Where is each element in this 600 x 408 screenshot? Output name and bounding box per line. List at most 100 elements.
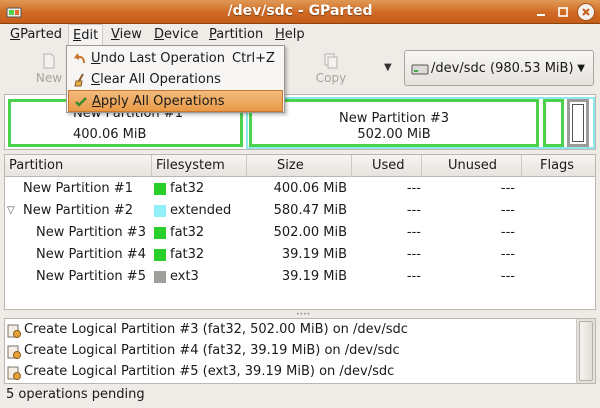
operation-text: Create Logical Partition #4 (fat32, 39.1… xyxy=(24,343,400,358)
col-size[interactable]: Size xyxy=(247,155,352,177)
apply-mnemonic: A xyxy=(92,94,101,109)
copy-button[interactable]: Copy xyxy=(310,48,352,90)
menu-item-clear-all-operations[interactable]: Clear All Operations xyxy=(68,69,283,91)
operations-scrollbar[interactable] xyxy=(576,319,595,383)
menu-gparted-label: Parted xyxy=(20,27,62,42)
filesystem-color-swatch xyxy=(154,271,166,283)
cell-partition: New Partition #2 xyxy=(23,203,133,218)
menu-help[interactable]: Help xyxy=(271,24,309,46)
operation-text: Create Logical Partition #5 (ext3, 39.19… xyxy=(24,364,395,379)
toolbar-overflow-arrow-icon[interactable]: ▼ xyxy=(384,62,392,73)
menu-gparted-mnemonic: G xyxy=(10,27,21,42)
menu-view-mnemonic: V xyxy=(111,27,120,42)
cell-partition: New Partition #5 xyxy=(36,269,146,284)
menubar: GParted Edit View Device Partition Help xyxy=(0,24,600,46)
device-selector-value: /dev/sdc (980.53 MiB) xyxy=(431,61,574,76)
pane-splitter-handle[interactable]: •••• xyxy=(296,311,310,318)
table-row[interactable]: New Partition #5 ext3 39.19 MiB --- --- xyxy=(5,266,595,288)
clear-label-text: lear All Operations xyxy=(100,72,221,87)
table-row[interactable]: New Partition #3 fat32 502.00 MiB --- --- xyxy=(5,222,595,244)
cell-size: 502.00 MiB xyxy=(273,225,347,240)
cell-size: 39.19 MiB xyxy=(281,269,347,284)
title-bar[interactable]: /dev/sdc - GParted xyxy=(0,0,600,24)
menu-device[interactable]: Device xyxy=(150,24,202,46)
pending-operation-icon xyxy=(7,345,21,359)
menu-item-undo-last-operation[interactable]: Undo Last Operation Ctrl+Z xyxy=(68,48,283,70)
cell-used: --- xyxy=(406,203,421,218)
filesystem-color-swatch xyxy=(154,227,166,239)
menu-partition[interactable]: Partition xyxy=(205,24,267,46)
table-row[interactable]: New Partition #1 fat32 400.06 MiB --- --- xyxy=(5,178,595,200)
partition-table: Partition Filesystem Size Used Unused Fl… xyxy=(4,154,596,310)
disk-map-partition-4[interactable] xyxy=(543,99,564,147)
cell-filesystem: ext3 xyxy=(170,269,199,284)
close-button[interactable] xyxy=(577,3,595,21)
new-button-label: New xyxy=(35,71,63,85)
apply-label-text: pply All Operations xyxy=(100,94,225,109)
table-header: Partition Filesystem Size Used Unused Fl… xyxy=(5,155,595,177)
undo-shortcut: Ctrl+Z xyxy=(232,51,275,66)
cell-used: --- xyxy=(406,269,421,284)
cell-filesystem: fat32 xyxy=(170,225,205,240)
col-partition[interactable]: Partition xyxy=(5,155,152,177)
apply-check-icon xyxy=(75,97,87,107)
filesystem-color-swatch xyxy=(154,205,166,217)
filesystem-color-swatch xyxy=(154,249,166,261)
maximize-button[interactable] xyxy=(554,3,572,21)
edit-menu-popup: Undo Last Operation Ctrl+Z Clear All Ope… xyxy=(66,45,285,113)
minimize-icon xyxy=(537,14,545,16)
menu-device-label: evice xyxy=(164,27,199,42)
window-title: /dev/sdc - GParted xyxy=(227,3,373,19)
maximize-icon xyxy=(558,7,568,17)
harddisk-icon xyxy=(411,64,429,75)
apply-label: Apply All Operations xyxy=(92,91,225,113)
disk-map-partition-3[interactable]: New Partition #3 502.00 MiB xyxy=(249,99,539,147)
disk-map-p5-inner xyxy=(572,104,584,142)
disk-map-p3-size: 502.00 MiB xyxy=(357,127,431,142)
copy-button-label: Copy xyxy=(315,71,347,85)
chevron-down-icon: ▼ xyxy=(577,63,585,74)
table-row[interactable]: ▽ New Partition #2 extended 580.47 MiB --- --… xyxy=(5,200,595,222)
device-selector[interactable]: /dev/sdc (980.53 MiB) ▼ xyxy=(404,50,594,86)
undo-mnemonic: U xyxy=(91,51,101,66)
cell-unused: --- xyxy=(500,203,515,218)
cell-unused: --- xyxy=(500,225,515,240)
col-used[interactable]: Used xyxy=(352,155,422,177)
cell-filesystem: fat32 xyxy=(170,181,205,196)
new-icon xyxy=(43,53,55,69)
cell-partition: New Partition #1 xyxy=(23,181,133,196)
undo-icon xyxy=(73,53,85,64)
operation-text: Create Logical Partition #3 (fat32, 502.… xyxy=(24,322,408,337)
status-bar: 5 operations pending xyxy=(6,387,145,402)
cell-partition: New Partition #3 xyxy=(36,225,146,240)
operations-list: Create Logical Partition #3 (fat32, 502.… xyxy=(4,318,596,384)
col-filesystem[interactable]: Filesystem xyxy=(152,155,247,177)
expander-icon[interactable]: ▽ xyxy=(7,200,15,222)
disk-map-partition-5[interactable] xyxy=(567,99,589,147)
cell-size: 39.19 MiB xyxy=(281,247,347,262)
menu-partition-label: artition xyxy=(216,27,264,42)
cell-size: 580.47 MiB xyxy=(273,203,347,218)
menu-view-label: iew xyxy=(119,27,142,42)
menu-edit-mnemonic: E xyxy=(73,28,82,43)
menu-edit[interactable]: Edit xyxy=(68,24,104,46)
cell-used: --- xyxy=(406,247,421,262)
new-button[interactable]: New xyxy=(28,48,70,90)
pending-operation-icon xyxy=(7,324,21,338)
cell-used: --- xyxy=(406,225,421,240)
disk-map-p3-name: New Partition #3 xyxy=(339,111,449,126)
table-row[interactable]: New Partition #4 fat32 39.19 MiB --- --- xyxy=(5,244,595,266)
col-unused[interactable]: Unused xyxy=(422,155,522,177)
col-flags[interactable]: Flags xyxy=(522,155,595,177)
cell-filesystem: extended xyxy=(170,203,232,218)
menu-item-apply-all-operations[interactable]: Apply All Operations xyxy=(68,90,283,112)
menu-device-mnemonic: D xyxy=(154,27,165,42)
menu-gparted[interactable]: GParted xyxy=(6,24,66,46)
cell-partition: New Partition #4 xyxy=(36,247,146,262)
pending-operation-icon xyxy=(7,366,21,380)
scrollbar-thumb[interactable] xyxy=(579,321,593,381)
minimize-button[interactable] xyxy=(532,3,550,21)
menu-view[interactable]: View xyxy=(107,24,146,46)
cell-unused: --- xyxy=(500,181,515,196)
cell-filesystem: fat32 xyxy=(170,247,205,262)
